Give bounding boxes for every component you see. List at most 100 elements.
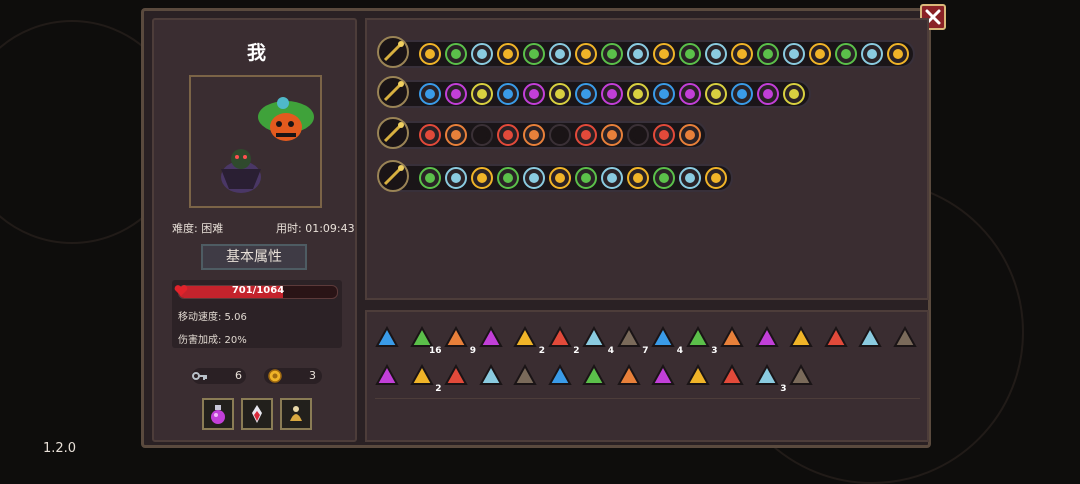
skill-slot[interactable]	[653, 43, 675, 65]
skill-slot[interactable]	[419, 43, 441, 65]
skill-slot[interactable]	[757, 43, 779, 65]
skill-slot[interactable]	[523, 83, 545, 105]
skill-slot[interactable]	[549, 124, 571, 146]
skill-slot[interactable]	[445, 167, 467, 189]
inventory-item[interactable]: 4	[580, 324, 614, 356]
skill-slot[interactable]	[523, 43, 545, 65]
skill-slot[interactable]	[653, 124, 675, 146]
character-name: 我	[246, 42, 266, 64]
skill-slot[interactable]	[471, 124, 493, 146]
skill-slot[interactable]	[601, 43, 623, 65]
weapon-slot[interactable]	[377, 117, 409, 149]
weapon-slot[interactable]	[377, 76, 409, 108]
skill-slot[interactable]	[783, 43, 805, 65]
item-count: 2	[435, 384, 442, 394]
skill-slot[interactable]	[705, 167, 727, 189]
skill-slot[interactable]	[679, 43, 701, 65]
inventory-item[interactable]: 2	[511, 324, 545, 356]
skill-slot[interactable]	[549, 43, 571, 65]
inventory-item[interactable]: 3	[753, 362, 787, 394]
skill-slot[interactable]	[523, 167, 545, 189]
skill-slot[interactable]	[497, 124, 519, 146]
skill-icon	[685, 89, 695, 99]
skill-slot[interactable]	[679, 83, 701, 105]
inventory-item[interactable]	[684, 362, 712, 390]
skill-slot[interactable]	[575, 43, 597, 65]
skill-slot[interactable]	[575, 124, 597, 146]
skill-slot[interactable]	[419, 167, 441, 189]
skill-slot[interactable]	[731, 43, 753, 65]
skill-slot[interactable]	[783, 83, 805, 105]
skill-slot[interactable]	[419, 124, 441, 146]
weapon-slot[interactable]	[377, 160, 409, 192]
skill-slot[interactable]	[601, 124, 623, 146]
skill-slot[interactable]	[497, 83, 519, 105]
skill-slot[interactable]	[731, 83, 753, 105]
inventory-item[interactable]: 2	[408, 362, 442, 394]
golden-spear-icon	[383, 81, 404, 102]
inventory-item[interactable]	[477, 324, 505, 352]
inventory-item[interactable]: 16	[408, 324, 442, 356]
skill-slot[interactable]	[705, 83, 727, 105]
skill-slot[interactable]	[887, 43, 909, 65]
skill-slot[interactable]	[627, 43, 649, 65]
inventory-item[interactable]	[442, 362, 470, 390]
skill-slot[interactable]	[549, 167, 571, 189]
inventory-item[interactable]: 3	[684, 324, 718, 356]
skill-slot[interactable]	[497, 167, 519, 189]
skill-slot[interactable]	[575, 83, 597, 105]
inventory-item[interactable]	[615, 362, 643, 390]
skill-slot[interactable]	[653, 83, 675, 105]
inventory-item[interactable]	[856, 324, 884, 352]
skill-slot[interactable]	[809, 43, 831, 65]
skill-slot[interactable]	[419, 83, 441, 105]
inventory-item[interactable]	[891, 324, 919, 352]
potion-slot[interactable]	[202, 398, 234, 430]
skill-slot[interactable]	[575, 167, 597, 189]
skill-slot[interactable]	[471, 43, 493, 65]
inventory-item[interactable]: 4	[649, 324, 683, 356]
skill-slot[interactable]	[497, 43, 519, 65]
inventory-item[interactable]	[546, 362, 574, 390]
skill-slot[interactable]	[549, 83, 571, 105]
skill-slot[interactable]	[627, 167, 649, 189]
inventory-item[interactable]: 2	[546, 324, 580, 356]
basic-attributes-button[interactable]: 基本属性	[201, 244, 307, 270]
inventory-item[interactable]	[787, 362, 815, 390]
inventory-item[interactable]	[511, 362, 539, 390]
skill-slot[interactable]	[471, 167, 493, 189]
inventory-item[interactable]	[718, 362, 746, 390]
skill-icon	[529, 173, 539, 183]
inventory-item[interactable]	[649, 362, 677, 390]
skill-icon	[425, 49, 435, 59]
skill-slot[interactable]	[627, 124, 649, 146]
skill-slot[interactable]	[445, 83, 467, 105]
skill-slot[interactable]	[705, 43, 727, 65]
skill-slot[interactable]	[471, 83, 493, 105]
skill-slot[interactable]	[835, 43, 857, 65]
potion-slot[interactable]	[280, 398, 312, 430]
weapon-slot[interactable]	[377, 36, 409, 68]
skill-slot[interactable]	[653, 167, 675, 189]
inventory-item[interactable]	[477, 362, 505, 390]
inventory-item[interactable]	[373, 362, 401, 390]
inventory-item[interactable]: 9	[442, 324, 476, 356]
potion-slot[interactable]	[241, 398, 273, 430]
inventory-item[interactable]	[787, 324, 815, 352]
inventory-item[interactable]	[718, 324, 746, 352]
skill-slot[interactable]	[627, 83, 649, 105]
inventory-item[interactable]	[822, 324, 850, 352]
inventory-item[interactable]	[373, 324, 401, 352]
skill-slot[interactable]	[445, 124, 467, 146]
inventory-item[interactable]: 7	[615, 324, 649, 356]
skill-slot[interactable]	[679, 124, 701, 146]
skill-slot[interactable]	[757, 83, 779, 105]
skill-slot[interactable]	[679, 167, 701, 189]
inventory-item[interactable]	[753, 324, 781, 352]
skill-slot[interactable]	[523, 124, 545, 146]
skill-slot[interactable]	[601, 83, 623, 105]
skill-slot[interactable]	[861, 43, 883, 65]
inventory-item[interactable]	[580, 362, 608, 390]
skill-slot[interactable]	[445, 43, 467, 65]
skill-slot[interactable]	[601, 167, 623, 189]
